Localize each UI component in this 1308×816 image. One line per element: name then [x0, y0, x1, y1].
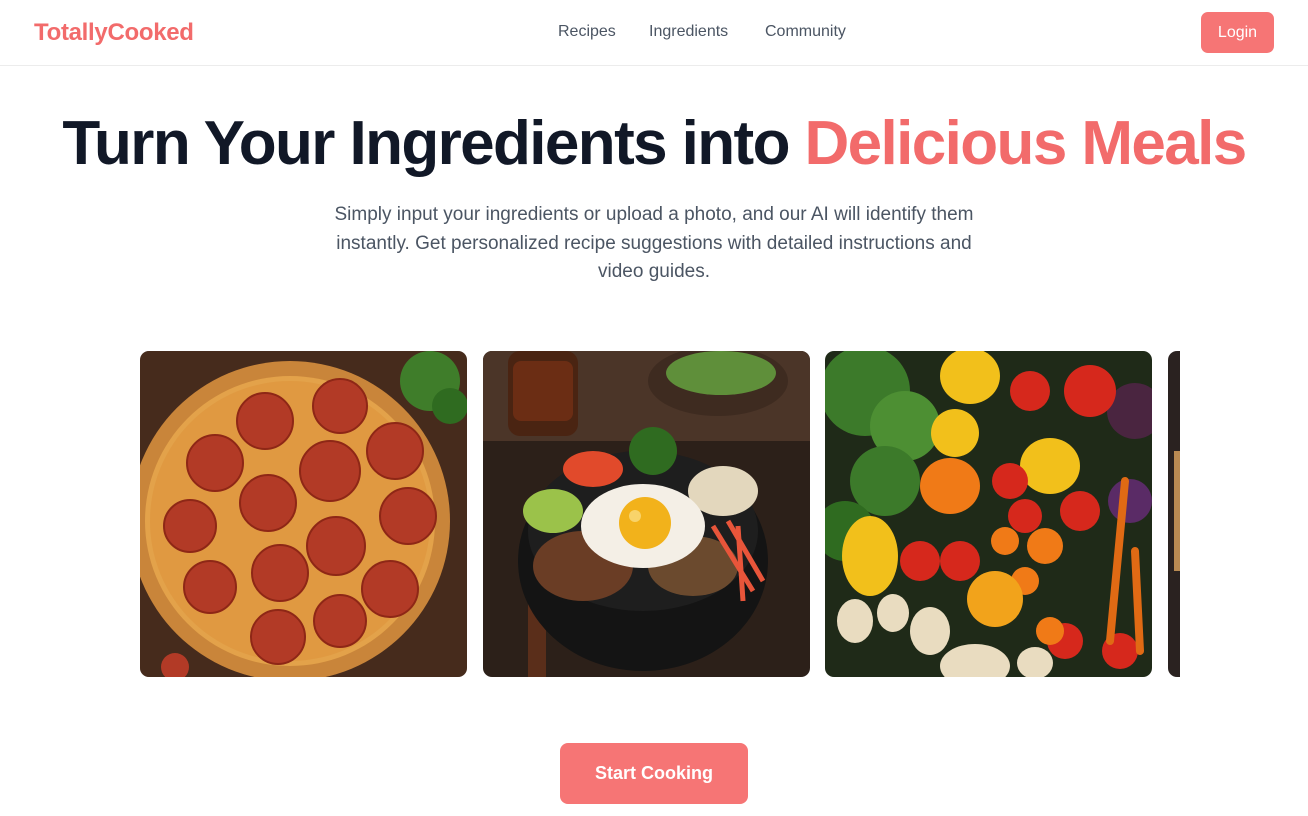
hero-title: Turn Your Ingredients into Delicious Mea…	[0, 108, 1308, 179]
main-nav: Recipes Ingredients Community	[0, 23, 1308, 45]
pepperoni-pizza-image[interactable]	[140, 351, 467, 677]
hero-subtitle: Simply input your ingredients or upload …	[334, 204, 974, 282]
start-cooking-button[interactable]: Start Cooking	[560, 743, 748, 804]
vegetables-illustration	[825, 351, 1152, 677]
login-button[interactable]: Login	[1201, 12, 1274, 53]
pizza-illustration	[140, 351, 467, 677]
hero-title-main: Turn Your Ingredients into	[62, 109, 805, 178]
partial-next-image[interactable]	[1168, 351, 1180, 677]
nav-link-community[interactable]: Community	[765, 23, 846, 41]
bibimbap-illustration	[483, 351, 810, 677]
nav-link-recipes[interactable]: Recipes	[558, 23, 616, 41]
hero-title-accent: Delicious Meals	[804, 109, 1247, 178]
nav-link-ingredients[interactable]: Ingredients	[649, 23, 728, 41]
vegetables-image[interactable]	[825, 351, 1152, 677]
bibimbap-bowl-image[interactable]	[483, 351, 810, 677]
partial-image-illustration	[1168, 351, 1180, 677]
top-navbar: TotallyCooked Recipes Ingredients Commun…	[0, 0, 1308, 66]
food-image-carousel[interactable]	[140, 351, 1180, 677]
